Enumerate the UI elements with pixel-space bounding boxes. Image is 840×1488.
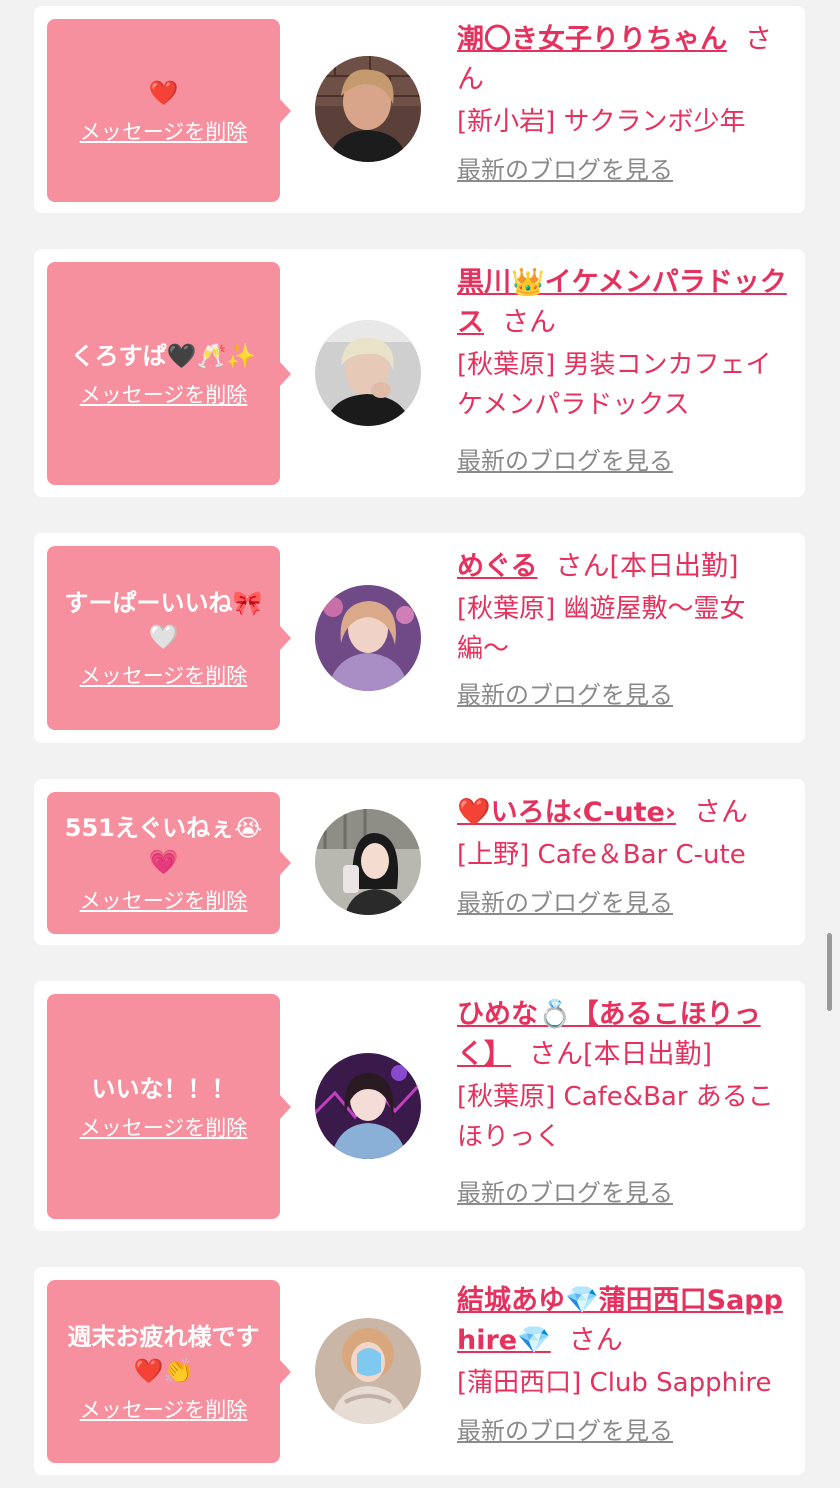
name-line: 結城あゆ💎蒲田西口Sapphire💎 さん [457, 1281, 793, 1361]
message-bubble: 551えぐいねぇ😭💗 メッセージを削除 [47, 792, 291, 934]
honorific: さん [568, 1325, 623, 1356]
delete-message-link[interactable]: メッセージを削除 [80, 1114, 248, 1142]
avatar[interactable] [315, 1318, 421, 1424]
shop-label: [蒲田西口] Club Sapphire [457, 1368, 772, 1398]
status-badge: [本日出勤] [609, 551, 739, 582]
latest-blog-link[interactable]: 最新のブログを見る [457, 154, 673, 186]
delete-message-link[interactable]: メッセージを削除 [80, 1396, 248, 1424]
cast-info: ひめな💍【あるこほりっく】 さん[本日出勤] [秋葉原] Cafe&Bar あるこ… [457, 995, 793, 1209]
message-text: ❤️ [148, 78, 179, 107]
honorific: さん [502, 307, 556, 338]
shop-label: [秋葉原] Cafe&Bar あるこほりっく [457, 1082, 774, 1152]
latest-blog-link[interactable]: 最新のブログを見る [457, 679, 673, 711]
notification-card: ❤️ メッセージを削除 潮〇き女子りりちゃん さん [新小岩] サクランボ少年 最… [34, 6, 805, 213]
delete-message-link[interactable]: メッセージを削除 [80, 118, 248, 146]
cast-info: 潮〇き女子りりちゃん さん [新小岩] サクランボ少年 最新のブログを見る [457, 20, 793, 186]
cast-name-link[interactable]: めぐる [457, 551, 537, 582]
message-bubble: 週末お疲れ様です❤️👏 メッセージを削除 [47, 1280, 291, 1463]
latest-blog-link[interactable]: 最新のブログを見る [457, 1415, 673, 1447]
message-text: すーぱーいいね🎀🤍 [64, 589, 263, 651]
delete-message-link[interactable]: メッセージを削除 [80, 887, 248, 915]
name-line: 黒川👑イケメンパラドックス さん [457, 263, 793, 343]
avatar[interactable] [315, 809, 421, 915]
name-line: ひめな💍【あるこほりっく】 さん[本日出勤] [457, 995, 793, 1075]
cast-info: 結城あゆ💎蒲田西口Sapphire💎 さん [蒲田西口] Club Sapphir… [457, 1281, 793, 1447]
cast-info: ❤️いろは‹C-ute› さん [上野] Cafe＆Bar C-ute 最新のブロ… [457, 793, 793, 919]
message-bubble: いいな！！！ メッセージを削除 [47, 994, 291, 1219]
delete-message-link[interactable]: メッセージを削除 [80, 662, 248, 690]
message-text: 551えぐいねぇ😭💗 [64, 814, 263, 876]
shop-label: [秋葉原] 男装コンカフェイケメンパラドックス [457, 350, 772, 420]
scrollbar[interactable] [827, 933, 832, 1011]
notification-card: いいな！！！ メッセージを削除 ひめな💍【あるこほりっく】 さん[本日出勤] [秋… [34, 981, 805, 1231]
avatar[interactable] [315, 56, 421, 162]
name-line: めぐる さん[本日出勤] [457, 547, 793, 587]
cast-info: めぐる さん[本日出勤] [秋葉原] 幽遊屋敷〜霊女編〜 最新のブログを見る [457, 547, 793, 711]
message-text: くろすぱ🖤🥂✨ [70, 341, 257, 370]
cast-name-link[interactable]: ❤️いろは‹C-ute› [457, 797, 676, 828]
notification-card: 551えぐいねぇ😭💗 メッセージを削除 ❤️いろは‹C-ute› さん [上野] … [34, 779, 805, 945]
message-bubble: すーぱーいいね🎀🤍 メッセージを削除 [47, 546, 291, 730]
notification-card: くろすぱ🖤🥂✨ メッセージを削除 黒川👑イケメンパラドックス さん [秋葉原] 男… [34, 249, 805, 497]
status-badge: [本日出勤] [583, 1039, 713, 1070]
shop-label: [秋葉原] 幽遊屋敷〜霊女編〜 [457, 594, 746, 664]
message-text: 週末お疲れ様です❤️👏 [67, 1322, 260, 1385]
latest-blog-link[interactable]: 最新のブログを見る [457, 1177, 673, 1209]
cast-name-link[interactable]: 潮〇き女子りりちゃん [457, 24, 727, 55]
avatar[interactable] [315, 320, 421, 426]
honorific: さん [529, 1039, 583, 1070]
avatar[interactable] [315, 585, 421, 691]
message-bubble: ❤️ メッセージを削除 [47, 19, 291, 202]
avatar[interactable] [315, 1053, 421, 1159]
name-line: ❤️いろは‹C-ute› さん [457, 793, 793, 833]
cast-info: 黒川👑イケメンパラドックス さん [秋葉原] 男装コンカフェイケメンパラドックス … [457, 263, 793, 477]
message-bubble: くろすぱ🖤🥂✨ メッセージを削除 [47, 262, 291, 485]
honorific: さん [693, 797, 748, 828]
shop-label: [上野] Cafe＆Bar C-ute [457, 840, 746, 870]
message-text: いいな！！！ [91, 1074, 236, 1103]
name-line: 潮〇き女子りりちゃん さん [457, 20, 793, 100]
honorific: さん [555, 551, 610, 582]
notification-card: 週末お疲れ様です❤️👏 メッセージを削除 結城あゆ💎蒲田西口Sapphire💎 さ… [34, 1267, 805, 1475]
latest-blog-link[interactable]: 最新のブログを見る [457, 887, 673, 919]
shop-label: [新小岩] サクランボ少年 [457, 107, 746, 137]
notification-card: すーぱーいいね🎀🤍 メッセージを削除 めぐる さん[本日出勤] [秋葉原] 幽遊屋… [34, 533, 805, 743]
delete-message-link[interactable]: メッセージを削除 [80, 381, 248, 409]
latest-blog-link[interactable]: 最新のブログを見る [457, 445, 673, 477]
